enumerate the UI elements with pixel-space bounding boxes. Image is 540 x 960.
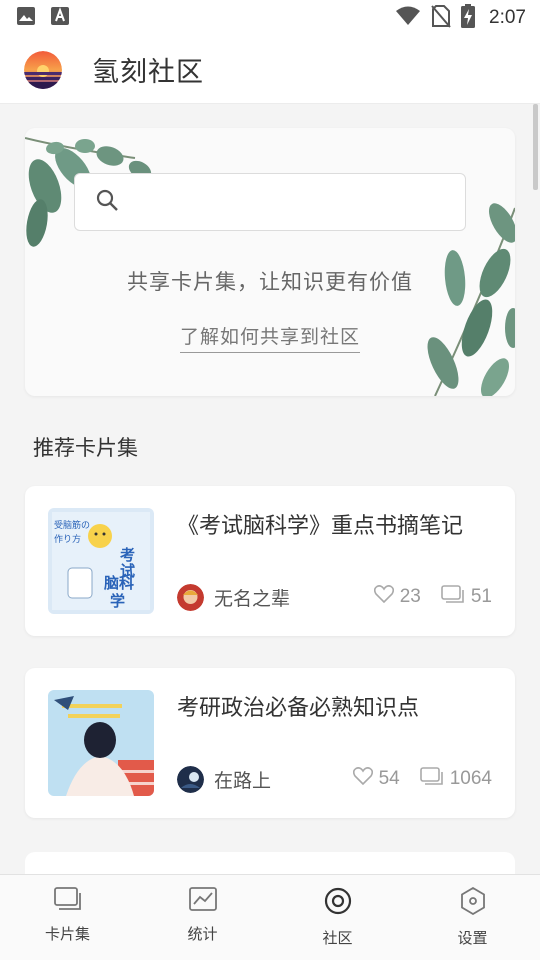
author-name[interactable]: 无名之辈	[214, 584, 290, 611]
cards-count: 51	[441, 585, 492, 609]
search-input[interactable]	[131, 174, 465, 230]
hero-slogan: 共享卡片集，让知识更有价值	[127, 270, 413, 294]
like-count[interactable]: 54	[352, 767, 400, 791]
card-title[interactable]: 考研政治必备必熟知识点	[177, 690, 419, 722]
card-stats: 23 51	[373, 585, 492, 609]
card-author[interactable]: 在路上	[177, 766, 271, 793]
scrollbar[interactable]	[533, 104, 538, 190]
card-cover-image	[48, 690, 154, 796]
heart-icon	[352, 767, 373, 791]
nav-item-settings[interactable]: 设置	[405, 875, 540, 960]
no-sim-icon	[431, 4, 451, 32]
nav-item-stats[interactable]: 统计	[135, 875, 270, 960]
nav-label-cards[interactable]: 卡片集	[45, 923, 90, 944]
card-cover-image: 受脑筋の 作り方 考 试 脑科 学	[48, 508, 154, 614]
bottom-nav: 卡片集 统计 社区 设置	[0, 874, 540, 960]
author-name[interactable]: 在路上	[214, 766, 271, 793]
hero-banner: 共享卡片集，让知识更有价值 了解如何共享到社区	[25, 128, 515, 396]
nav-label-community[interactable]: 社区	[322, 927, 352, 948]
svg-text:受脑筋の: 受脑筋の	[54, 519, 90, 531]
card-title[interactable]: 《考试脑科学》重点书摘笔记	[177, 508, 463, 540]
card-author[interactable]: 无名之辈	[177, 584, 290, 611]
cards-count-value: 1064	[449, 768, 492, 789]
sunset-logo-icon	[24, 50, 62, 89]
status-time: 2:07	[489, 7, 526, 28]
app-title: 氢刻社区	[92, 57, 204, 88]
status-bar: 2:07	[0, 0, 540, 36]
svg-text:脑科: 脑科	[104, 574, 134, 592]
nav-label-settings[interactable]: 设置	[457, 927, 487, 948]
svg-text:作り方: 作り方	[54, 533, 81, 545]
cards-count-value: 51	[470, 586, 492, 607]
like-count-value: 23	[399, 586, 421, 607]
heart-icon	[373, 585, 394, 609]
card-set-item[interactable]: 受脑筋の 作り方 考 试 脑科 学 《考试脑科学》重点书摘笔记 无名之辈 23	[25, 486, 515, 636]
nav-item-community[interactable]: 社区	[270, 875, 405, 960]
search-box[interactable]	[74, 173, 466, 231]
leaves-illustration	[25, 137, 515, 396]
chart-icon	[188, 887, 217, 915]
nav-label-stats[interactable]: 统计	[187, 923, 217, 944]
section-title-recommended: 推荐卡片集	[33, 436, 138, 460]
app-bar: 氢刻社区	[0, 36, 540, 104]
like-count-value: 54	[378, 768, 400, 789]
cards-stack-icon	[441, 585, 465, 609]
learn-share-link-text[interactable]: 了解如何共享到社区	[179, 326, 360, 353]
like-count[interactable]: 23	[373, 585, 421, 609]
image-icon	[16, 6, 36, 30]
font-icon	[50, 6, 70, 30]
avatar	[177, 584, 204, 611]
avatar	[177, 766, 204, 793]
svg-text:学: 学	[110, 592, 125, 610]
card-stats: 54 1064	[352, 767, 492, 791]
settings-hex-icon	[460, 886, 486, 919]
cards-stack-icon	[419, 767, 444, 791]
wifi-icon	[395, 5, 421, 31]
search-icon	[95, 188, 119, 216]
learn-share-link[interactable]: 了解如何共享到社区	[25, 322, 515, 353]
community-icon	[324, 887, 352, 919]
cards-count: 1064	[419, 767, 492, 791]
cards-icon	[53, 887, 82, 915]
nav-item-cards[interactable]: 卡片集	[0, 875, 135, 960]
battery-charging-icon	[461, 4, 476, 32]
card-set-item[interactable]: 考研政治必备必熟知识点 在路上 54 1064	[25, 668, 515, 818]
